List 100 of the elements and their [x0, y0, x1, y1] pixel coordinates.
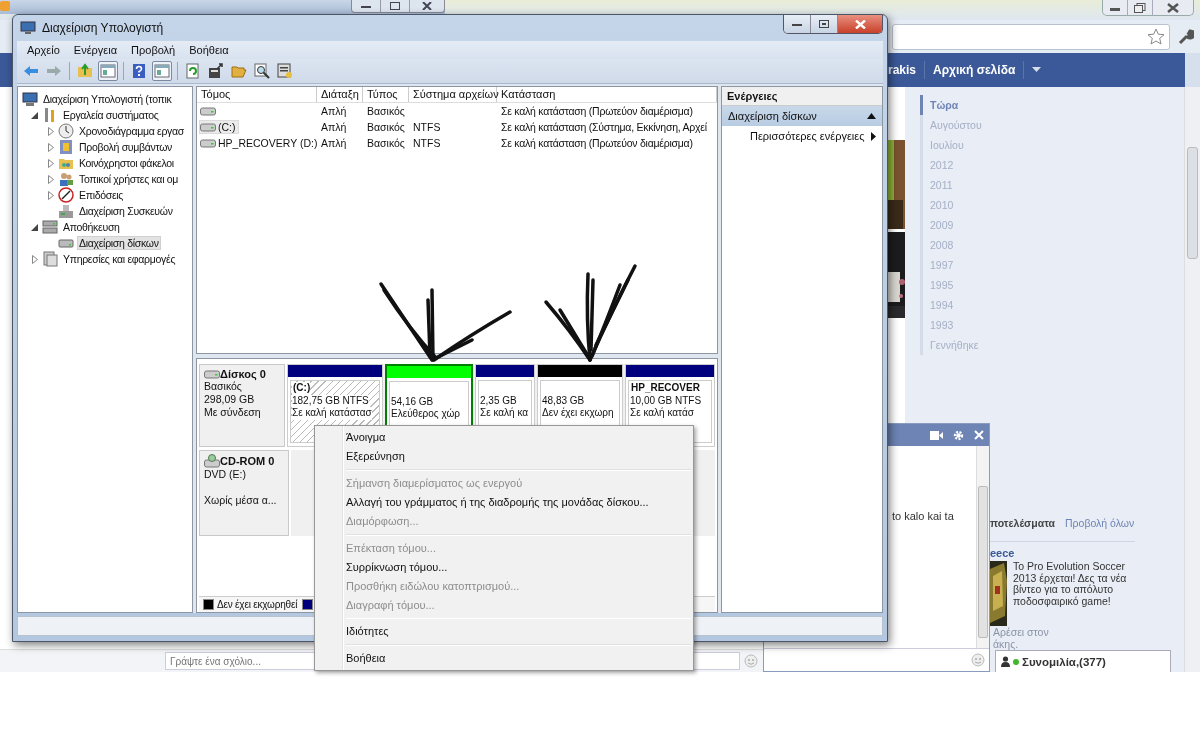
search-button[interactable]	[252, 61, 272, 81]
tree-item[interactable]: Κοινόχρηστοι φάκελοι	[77, 156, 176, 170]
table-cell-text: Απλή	[320, 105, 348, 117]
table-cell-text: Βασικός	[366, 137, 406, 149]
gear-icon[interactable]	[953, 429, 964, 441]
export-button[interactable]	[206, 61, 226, 81]
tree-item[interactable]: Διαχείριση Υπολογιστή (τοπικ	[41, 92, 174, 106]
nav-link[interactable]: rakis	[888, 63, 917, 77]
menu-item[interactable]: Ιδιότητες	[315, 622, 389, 642]
properties-button[interactable]	[275, 61, 295, 81]
maximize-button[interactable]	[811, 15, 838, 33]
storage-icon	[42, 219, 58, 235]
disk-label[interactable]: Δίσκος 0 Βασικός 298,09 GB Με σύνδεση	[199, 364, 285, 447]
tree-item[interactable]: Διαχείριση Συσκευών	[77, 204, 175, 218]
menu-item[interactable]: Βοήθεια	[189, 44, 229, 56]
menu-item[interactable]: Αρχείο	[27, 44, 60, 56]
menu-item[interactable]: Συρρίκνωση τόμου...	[315, 557, 448, 577]
tree-item[interactable]: Χρονοδιάγραμμα εργασ	[77, 124, 186, 138]
help-icon	[131, 63, 147, 79]
close-button[interactable]	[838, 15, 882, 33]
section-title: ποτελέσματα	[990, 517, 1056, 529]
disk-info: 298,09 GB	[204, 393, 256, 406]
close-icon[interactable]	[974, 430, 984, 440]
collapse-arrow-icon[interactable]	[31, 223, 38, 231]
expand-arrow-icon[interactable]	[47, 190, 54, 200]
partition-status: Δεν έχει εκχωρη	[542, 407, 615, 420]
folder-up-icon	[77, 63, 93, 79]
table-cell-text: Σε καλή κατάσταση (Πρωτεύον διαμέρισμα)	[500, 105, 694, 117]
caret-icon[interactable]	[1032, 67, 1042, 73]
pane-title: Ενέργειες	[722, 87, 882, 106]
tree-item[interactable]: Εργαλεία συστήματος	[61, 108, 161, 122]
close-icon	[1167, 2, 1179, 13]
expand-arrow-icon[interactable]	[47, 158, 54, 168]
computer-icon	[20, 21, 36, 35]
tree-item[interactable]: Διαχείριση δίσκων	[77, 236, 161, 250]
collapse-arrow-icon[interactable]	[867, 113, 876, 119]
expand-arrow-icon[interactable]	[47, 126, 54, 136]
menu-item[interactable]: Ενέργεια	[73, 44, 118, 56]
action-link[interactable]: Περισσότερες ενέργειες	[750, 130, 865, 142]
tree-item[interactable]: Επιδόσεις	[77, 188, 126, 202]
column-header[interactable]: Τύπος	[363, 87, 409, 102]
disk-info: DVD (E:)	[204, 468, 247, 481]
expand-arrow-icon[interactable]	[47, 174, 54, 184]
collapse-arrow-icon[interactable]	[31, 111, 38, 119]
wrench-icon[interactable]	[1178, 28, 1194, 45]
video-camera-icon[interactable]	[930, 430, 943, 440]
drive-icon	[200, 138, 216, 148]
menu-item[interactable]: Βοήθεια	[315, 649, 386, 668]
column-header[interactable]: Σύστημα αρχείων	[409, 87, 497, 102]
tree-item[interactable]: Τοπικοί χρήστες και ομ	[77, 172, 181, 186]
partition-status: Σε καλή κα	[480, 407, 530, 420]
column-header[interactable]: Τόμος	[197, 87, 317, 102]
minimize-button[interactable]	[784, 15, 811, 33]
chat-message: to kalo kai ta	[892, 510, 954, 522]
chat-bar[interactable]: Συνομιλία,(377)	[995, 650, 1172, 672]
disk-info: Με σύνδεση	[204, 406, 262, 419]
menu-item[interactable]: Εξερεύνηση	[315, 447, 405, 466]
properties-icon	[277, 63, 293, 79]
expand-arrow-icon[interactable]	[47, 142, 54, 152]
tree-item[interactable]: Υπηρεσίες και εφαρμογές	[61, 252, 178, 266]
like-text: άκης.	[993, 638, 1019, 650]
menu-item[interactable]: Άνοιγμα	[315, 428, 386, 447]
drive-icon	[200, 122, 216, 132]
table-cell-text: Βασικός	[366, 121, 406, 133]
close-icon	[422, 2, 432, 10]
disk-name: CD-ROM 0	[220, 455, 275, 467]
star-icon[interactable]	[1147, 28, 1165, 45]
pane-button[interactable]	[98, 61, 118, 81]
table-cell[interactable]	[199, 105, 219, 117]
expand-arrow-icon[interactable]	[31, 254, 38, 264]
menu-item[interactable]: Προβολή	[131, 44, 176, 56]
nav-link[interactable]: Αρχική σελίδα	[933, 63, 1016, 77]
section-header[interactable]: Διαχείριση δίσκων	[722, 106, 882, 126]
table-cell[interactable]: HP_RECOVERY (D:)	[199, 136, 321, 150]
partition-size: 48,83 GB	[542, 394, 586, 407]
partition-status: Σε καλή κατάστασ	[292, 407, 372, 420]
close-icon	[854, 19, 866, 29]
tree-item[interactable]: Αποθήκευση	[61, 220, 122, 234]
export-icon	[208, 63, 224, 79]
scrollbar[interactable]	[976, 446, 989, 648]
like-text: Αρέσει στον	[993, 626, 1049, 638]
search-icon	[254, 63, 270, 79]
menu-item[interactable]: Αλλαγή του γράμματος ή της διαδρομής της μονάδας δίσκου...	[315, 492, 649, 512]
disk-label[interactable]: CD-ROM 0 DVD (E:) Χωρίς μέσα α...	[199, 450, 289, 536]
ad-title[interactable]: eece	[990, 547, 1015, 559]
device-icon	[58, 203, 74, 219]
column-header[interactable]: Διάταξη	[317, 87, 363, 102]
pane-icon	[100, 63, 116, 79]
table-cell[interactable]: (C:)	[199, 120, 239, 134]
table-cell-text: Βασικός	[366, 105, 406, 117]
disk-info: Χωρίς μέσα α...	[204, 494, 278, 507]
refresh-icon	[185, 63, 201, 79]
smiley-icon[interactable]	[971, 653, 985, 667]
back-icon	[23, 63, 39, 79]
tree-item[interactable]: Προβολή συμβάντων	[77, 140, 175, 154]
table-cell-text: Σε καλή κατάσταση (Σύστημα, Εκκίνηση, Αρχεί	[500, 121, 708, 133]
scrollbar[interactable]	[1184, 87, 1200, 672]
maximize-icon	[390, 2, 400, 10]
pane-button[interactable]	[152, 61, 172, 81]
disk-info: Βασικός	[204, 380, 242, 393]
